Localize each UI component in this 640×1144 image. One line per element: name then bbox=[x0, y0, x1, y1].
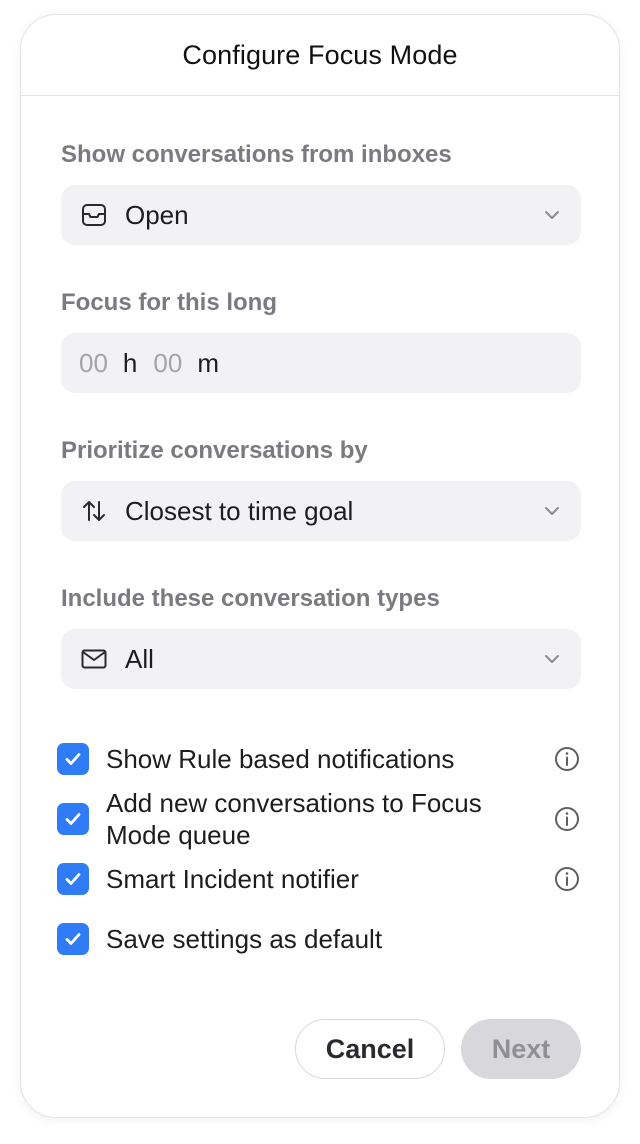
duration-input[interactable]: 00 h 00 m bbox=[61, 333, 581, 393]
checkbox-checked[interactable] bbox=[57, 863, 89, 895]
minutes-unit: m bbox=[197, 347, 219, 378]
option-label: Add new conversations to Focus Mode queu… bbox=[106, 788, 482, 850]
types-label: Include these conversation types bbox=[61, 585, 440, 612]
inboxes-value: Open bbox=[125, 199, 189, 230]
next-button[interactable]: Next bbox=[461, 1019, 581, 1079]
dialog-header: Configure Focus Mode bbox=[21, 15, 619, 96]
minutes-input[interactable]: 00 bbox=[153, 348, 182, 379]
option-label: Smart Incident notifier bbox=[106, 864, 359, 894]
chevron-down-icon bbox=[541, 500, 563, 522]
info-icon[interactable] bbox=[553, 805, 581, 833]
sort-arrows-icon bbox=[79, 496, 109, 526]
focus-mode-dialog: Configure Focus Mode Show conversations … bbox=[20, 14, 620, 1118]
types-value: All bbox=[125, 643, 154, 674]
dialog-title: Configure Focus Mode bbox=[182, 39, 458, 70]
chevron-down-icon bbox=[541, 204, 563, 226]
inbox-tray-icon bbox=[79, 200, 109, 230]
option-label: Show Rule based notifications bbox=[106, 744, 455, 774]
hours-input[interactable]: 00 bbox=[79, 348, 108, 379]
checkbox-checked[interactable] bbox=[57, 923, 89, 955]
envelope-icon bbox=[79, 644, 109, 674]
inboxes-label: Show conversations from inboxes bbox=[61, 141, 452, 168]
option-label: Save settings as default bbox=[106, 924, 383, 954]
inboxes-select[interactable]: Open bbox=[61, 185, 581, 245]
info-icon[interactable] bbox=[553, 745, 581, 773]
types-select[interactable]: All bbox=[61, 629, 581, 689]
hours-unit: h bbox=[122, 347, 138, 378]
priority-value: Closest to time goal bbox=[125, 495, 354, 526]
info-icon[interactable] bbox=[553, 865, 581, 893]
option-save-default: Save settings as default bbox=[57, 923, 581, 955]
priority-label: Prioritize conversations by bbox=[61, 437, 368, 464]
priority-select[interactable]: Closest to time goal bbox=[61, 481, 581, 541]
checkbox-checked[interactable] bbox=[57, 743, 89, 775]
option-smart-incident: Smart Incident notifier bbox=[57, 863, 581, 895]
duration-label: Focus for this long bbox=[61, 289, 277, 316]
cancel-button[interactable]: Cancel bbox=[295, 1019, 445, 1079]
option-rule-notifications: Show Rule based notifications bbox=[57, 743, 581, 775]
option-add-to-queue: Add new conversations to Focus Mode queu… bbox=[57, 787, 581, 851]
checkbox-checked[interactable] bbox=[57, 803, 89, 835]
chevron-down-icon bbox=[541, 648, 563, 670]
